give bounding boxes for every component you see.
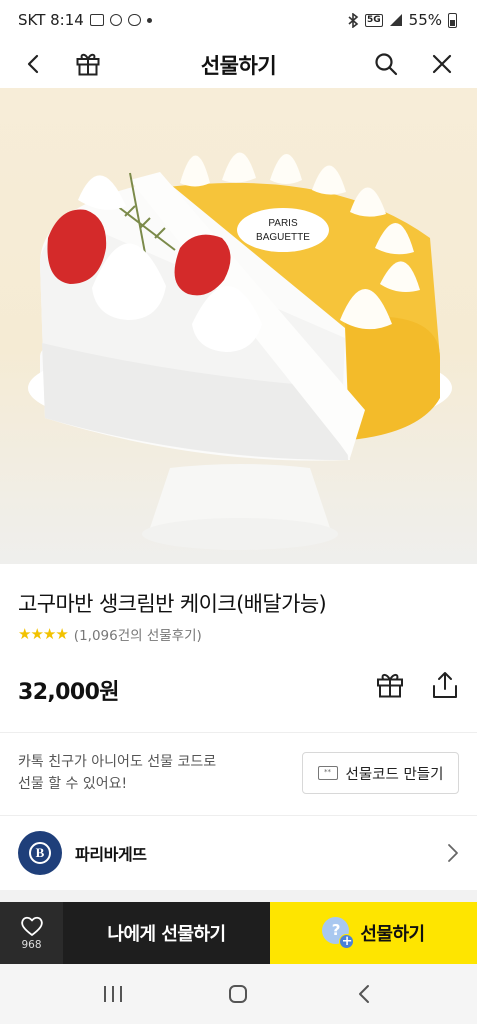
gift-box-icon <box>377 673 403 698</box>
system-back-button[interactable] <box>344 974 384 1014</box>
product-price: 32,000원 <box>18 680 120 705</box>
network-type: 5G <box>365 13 383 27</box>
back-button[interactable] <box>16 46 52 82</box>
status-right: 5G 55% <box>347 11 457 29</box>
brand-row[interactable]: B 파리바게뜨 <box>0 816 477 890</box>
link-notification-icon <box>127 14 141 26</box>
signal-icon <box>389 14 402 26</box>
header: 선물하기 <box>0 40 477 88</box>
close-button[interactable] <box>424 46 460 82</box>
brand-logo: B <box>18 831 62 875</box>
home-button[interactable] <box>218 974 258 1014</box>
gift-box-icon <box>76 53 100 76</box>
search-button[interactable] <box>368 46 404 82</box>
gift-label: 선물하기 <box>360 924 425 945</box>
bottom-action-bar: 968 나에게 선물하기 ? + 선물하기 <box>0 902 477 964</box>
recent-apps-icon <box>103 986 122 1002</box>
product-image[interactable]: PARIS BAGUETTE <box>0 88 477 564</box>
brand-logo-letter: B <box>29 842 51 864</box>
divider <box>0 732 477 733</box>
status-left: SKT 8:14 <box>18 11 152 29</box>
product-name: 고구마반 생크림반 케이크(배달가능) <box>18 592 327 616</box>
rating-row[interactable]: ★★★★ (1,096건의 선물후기) <box>18 624 202 644</box>
brand-name: 파리바게뜨 <box>75 845 147 864</box>
gift-code-description: 카톡 친구가 아니어도 선물 코드로 선물 할 수 있어요! <box>18 751 268 795</box>
status-bar: SKT 8:14 5G 55% <box>0 0 477 40</box>
like-count: 968 <box>21 939 42 951</box>
wish-gift-button[interactable] <box>375 670 405 704</box>
gift-code-icon: ** <box>317 766 338 780</box>
battery-icon <box>448 12 457 28</box>
create-gift-code-label: 선물코드 만들기 <box>345 766 444 783</box>
create-gift-code-button[interactable]: ** 선물코드 만들기 <box>302 752 459 794</box>
gift-code-line1: 카톡 친구가 아니어도 선물 코드로 <box>18 754 217 770</box>
plus-icon: + <box>339 934 355 949</box>
review-count[interactable]: (1,096건의 선물후기) <box>74 624 202 644</box>
friend-select-icon: ? + <box>322 917 355 949</box>
price-actions <box>375 670 459 704</box>
share-icon <box>433 672 457 698</box>
gift-to-self-label: 나에게 선물하기 <box>107 924 226 945</box>
more-notifications-icon <box>146 17 152 23</box>
cake-illustration: PARIS BAGUETTE <box>28 152 452 550</box>
carrier-time: SKT 8:14 <box>18 11 84 29</box>
plaque-line1: PARIS <box>268 218 298 229</box>
image-notification-icon <box>89 14 104 26</box>
like-button[interactable]: 968 <box>0 902 63 964</box>
back-icon <box>27 54 39 74</box>
gift-box-button[interactable] <box>70 46 106 82</box>
heart-icon <box>20 916 43 936</box>
home-icon <box>229 985 248 1003</box>
search-icon <box>375 53 398 76</box>
gift-to-self-button[interactable]: 나에게 선물하기 <box>63 902 270 964</box>
system-navigation-bar <box>0 964 477 1024</box>
section-gap <box>0 890 477 902</box>
close-icon <box>432 54 452 74</box>
battery-percent: 55% <box>408 11 442 29</box>
gift-button[interactable]: ? + 선물하기 <box>270 902 477 964</box>
gift-code-line2: 선물 할 수 있어요! <box>18 776 128 792</box>
plaque-line2: BAGUETTE <box>256 232 310 243</box>
share-button[interactable] <box>431 670 459 704</box>
recent-apps-button[interactable] <box>93 974 133 1014</box>
app-notification-icon <box>109 14 122 26</box>
bluetooth-icon <box>348 12 359 28</box>
chevron-right-icon <box>448 844 458 862</box>
rating-stars: ★★★★ <box>18 625 69 643</box>
back-icon <box>359 985 370 1003</box>
